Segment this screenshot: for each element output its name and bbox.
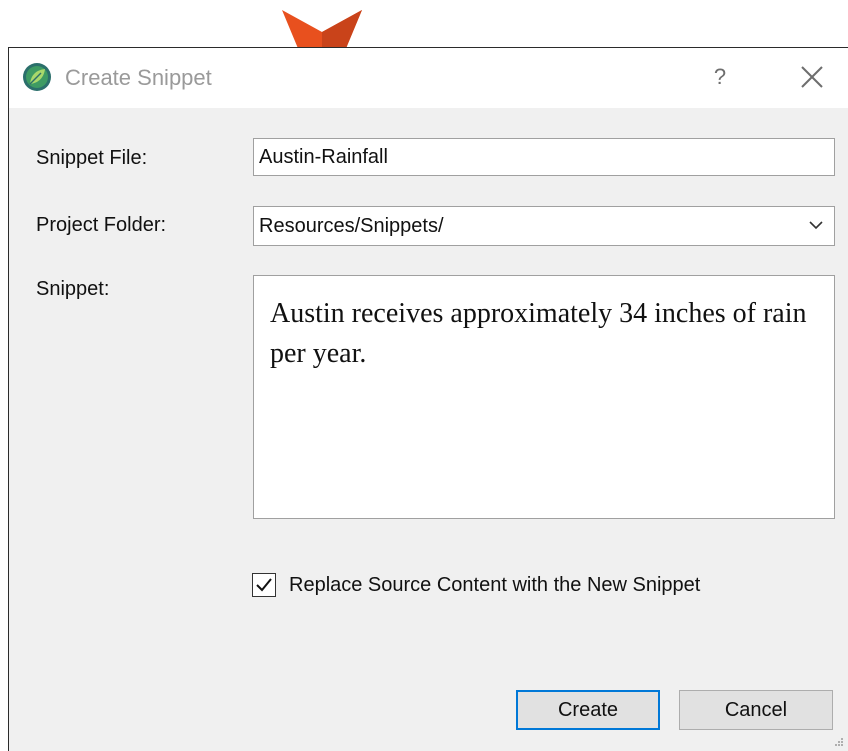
- leaf-logo-icon: [23, 63, 51, 91]
- replace-source-checkbox[interactable]: [252, 573, 276, 597]
- snippet-text: Austin receives approximately 34 inches …: [270, 298, 807, 369]
- create-button[interactable]: Create: [516, 690, 660, 730]
- snippet-file-value: Austin-Rainfall: [259, 146, 388, 168]
- resize-grip-icon[interactable]: [834, 737, 844, 747]
- chevron-down-icon: [809, 221, 823, 230]
- help-button[interactable]: ?: [705, 60, 735, 94]
- create-snippet-dialog: Create Snippet ? Snippet File: Austin-Ra…: [8, 47, 848, 751]
- snippet-label: Snippet:: [36, 278, 110, 300]
- title-bar: Create Snippet ?: [9, 48, 848, 108]
- project-folder-select[interactable]: Resources/Snippets/: [253, 206, 835, 246]
- snippet-file-label: Snippet File:: [36, 147, 148, 169]
- snippet-file-input[interactable]: Austin-Rainfall: [253, 138, 835, 176]
- screenshot-stage: Create Snippet ? Snippet File: Austin-Ra…: [0, 0, 848, 751]
- checkmark-icon: [256, 578, 272, 592]
- dialog-title: Create Snippet: [65, 65, 212, 90]
- project-folder-value: Resources/Snippets/: [259, 215, 444, 237]
- snippet-editor[interactable]: Austin receives approximately 34 inches …: [253, 275, 835, 519]
- close-icon[interactable]: [795, 60, 829, 94]
- replace-source-label: Replace Source Content with the New Snip…: [289, 574, 701, 596]
- cancel-button[interactable]: Cancel: [679, 690, 833, 730]
- project-folder-label: Project Folder:: [36, 214, 167, 236]
